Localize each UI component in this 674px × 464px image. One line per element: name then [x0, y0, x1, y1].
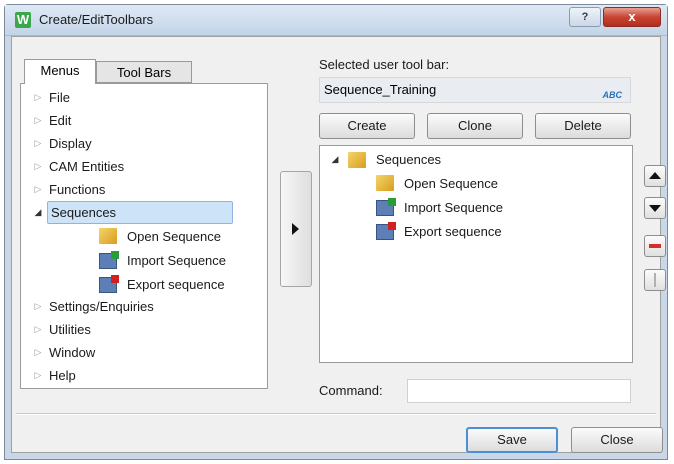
tree-item-open-sequence[interactable]: Open Sequence — [99, 225, 221, 248]
tree-item-label: Sequences — [376, 152, 442, 167]
separator-icon — [654, 273, 656, 287]
tree-item-label: File — [49, 90, 70, 105]
tree-item-settings-enquiries[interactable]: ▷ Settings/Enquiries — [33, 295, 154, 318]
import-sequence-icon — [376, 198, 396, 216]
toolbar-tree-import-sequence[interactable]: Import Sequence — [376, 196, 503, 219]
close-button[interactable]: Close — [571, 427, 663, 453]
collapsed-arrow-icon[interactable]: ▷ — [33, 86, 43, 109]
tree-item-label: Edit — [49, 113, 72, 128]
tree-item-file[interactable]: ▷ File — [33, 86, 70, 109]
tree-item-label: Import Sequence — [404, 200, 504, 215]
dialog-client-area: Menus Tool Bars ▷ File ▷ Edit ▷ Display ▷ CA… — [11, 36, 666, 453]
create-button[interactable]: Create — [319, 113, 415, 139]
tree-item-label: Settings/Enquiries — [49, 299, 154, 314]
export-sequence-icon — [99, 275, 119, 293]
separator-button[interactable] — [644, 269, 666, 291]
folder-icon — [348, 152, 366, 168]
tree-item-sequences[interactable]: ◢ Sequences — [33, 201, 233, 224]
move-down-button[interactable] — [644, 197, 666, 219]
move-up-button[interactable] — [644, 165, 666, 187]
toolbar-tree-root[interactable]: ◢ Sequences — [330, 148, 441, 171]
arrow-down-icon — [649, 205, 661, 212]
tree-item-window[interactable]: ▷ Window — [33, 341, 96, 364]
import-sequence-icon — [99, 251, 119, 269]
collapsed-arrow-icon[interactable]: ▷ — [33, 178, 43, 201]
toolbar-tree-open-sequence[interactable]: Open Sequence — [376, 172, 498, 195]
dialog-window: W Create/EditToolbars ? x Menus Tool Bar… — [4, 4, 668, 460]
tree-item-import-sequence[interactable]: Import Sequence — [99, 249, 226, 272]
toolbar-tree: ◢ Sequences Open Sequence Import Sequenc… — [319, 145, 633, 363]
app-icon: W — [15, 12, 31, 28]
tree-item-label: Functions — [49, 182, 106, 197]
tree-item-label: Display — [49, 136, 92, 151]
tree-item-export-sequence[interactable]: Export sequence — [99, 273, 225, 296]
folder-open-icon — [99, 228, 117, 244]
collapsed-arrow-icon[interactable]: ▷ — [33, 132, 43, 155]
tree-item-label: Export sequence — [127, 277, 225, 292]
help-button[interactable]: ? — [569, 7, 601, 27]
tree-item-utilities[interactable]: ▷ Utilities — [33, 318, 91, 341]
close-window-button[interactable]: x — [603, 7, 661, 27]
save-button[interactable]: Save — [466, 427, 558, 453]
tree-item-label: Window — [49, 345, 96, 360]
arrow-up-icon — [649, 172, 661, 179]
spell-check-icon[interactable]: ABC — [603, 83, 623, 107]
collapsed-arrow-icon[interactable]: ▷ — [33, 295, 43, 318]
remove-button[interactable] — [644, 235, 666, 257]
add-to-toolbar-button[interactable] — [280, 171, 312, 287]
toolbar-tree-export-sequence[interactable]: Export sequence — [376, 220, 502, 243]
tree-item-label: Utilities — [49, 322, 91, 337]
selected-toolbar-label: Selected user tool bar: — [319, 57, 450, 72]
tree-item-label: Open Sequence — [404, 176, 498, 191]
minus-icon — [649, 244, 661, 248]
footer-divider — [16, 413, 656, 415]
tree-item-help[interactable]: ▷ Help — [33, 364, 76, 387]
collapsed-arrow-icon[interactable]: ▷ — [33, 341, 43, 364]
export-sequence-icon — [376, 222, 396, 240]
tree-item-functions[interactable]: ▷ Functions — [33, 178, 106, 201]
tree-item-cam-entities[interactable]: ▷ CAM Entities — [33, 155, 125, 178]
clone-button[interactable]: Clone — [427, 113, 523, 139]
tab-menus[interactable]: Menus — [24, 59, 96, 84]
tree-item-edit[interactable]: ▷ Edit — [33, 109, 72, 132]
tree-item-label: Help — [49, 368, 76, 383]
folder-open-icon — [376, 175, 394, 191]
menu-tree: ▷ File ▷ Edit ▷ Display ▷ CAM Entities ▷ Func… — [20, 83, 268, 389]
selected-toolbar-field[interactable]: Sequence_Training ABC — [319, 77, 631, 103]
selected-toolbar-value: Sequence_Training — [324, 82, 437, 97]
arrow-right-icon — [292, 223, 299, 235]
expanded-arrow-icon[interactable]: ◢ — [330, 148, 340, 171]
tree-item-label: Export sequence — [404, 224, 502, 239]
collapsed-arrow-icon[interactable]: ▷ — [33, 109, 43, 132]
expanded-arrow-icon[interactable]: ◢ — [33, 201, 43, 224]
collapsed-arrow-icon[interactable]: ▷ — [33, 318, 43, 341]
tree-item-label: CAM Entities — [49, 159, 125, 174]
tree-item-label: Open Sequence — [127, 229, 221, 244]
window-title: Create/EditToolbars — [39, 12, 154, 27]
collapsed-arrow-icon[interactable]: ▷ — [33, 364, 43, 387]
title-bar[interactable]: W Create/EditToolbars ? x — [5, 5, 667, 36]
command-label: Command: — [319, 383, 383, 398]
tree-item-label: Import Sequence — [127, 253, 227, 268]
command-field[interactable] — [407, 379, 631, 403]
collapsed-arrow-icon[interactable]: ▷ — [33, 155, 43, 178]
tab-tool-bars[interactable]: Tool Bars — [96, 61, 192, 83]
tree-item-label: Sequences — [47, 201, 233, 224]
delete-button[interactable]: Delete — [535, 113, 631, 139]
tree-item-display[interactable]: ▷ Display — [33, 132, 92, 155]
